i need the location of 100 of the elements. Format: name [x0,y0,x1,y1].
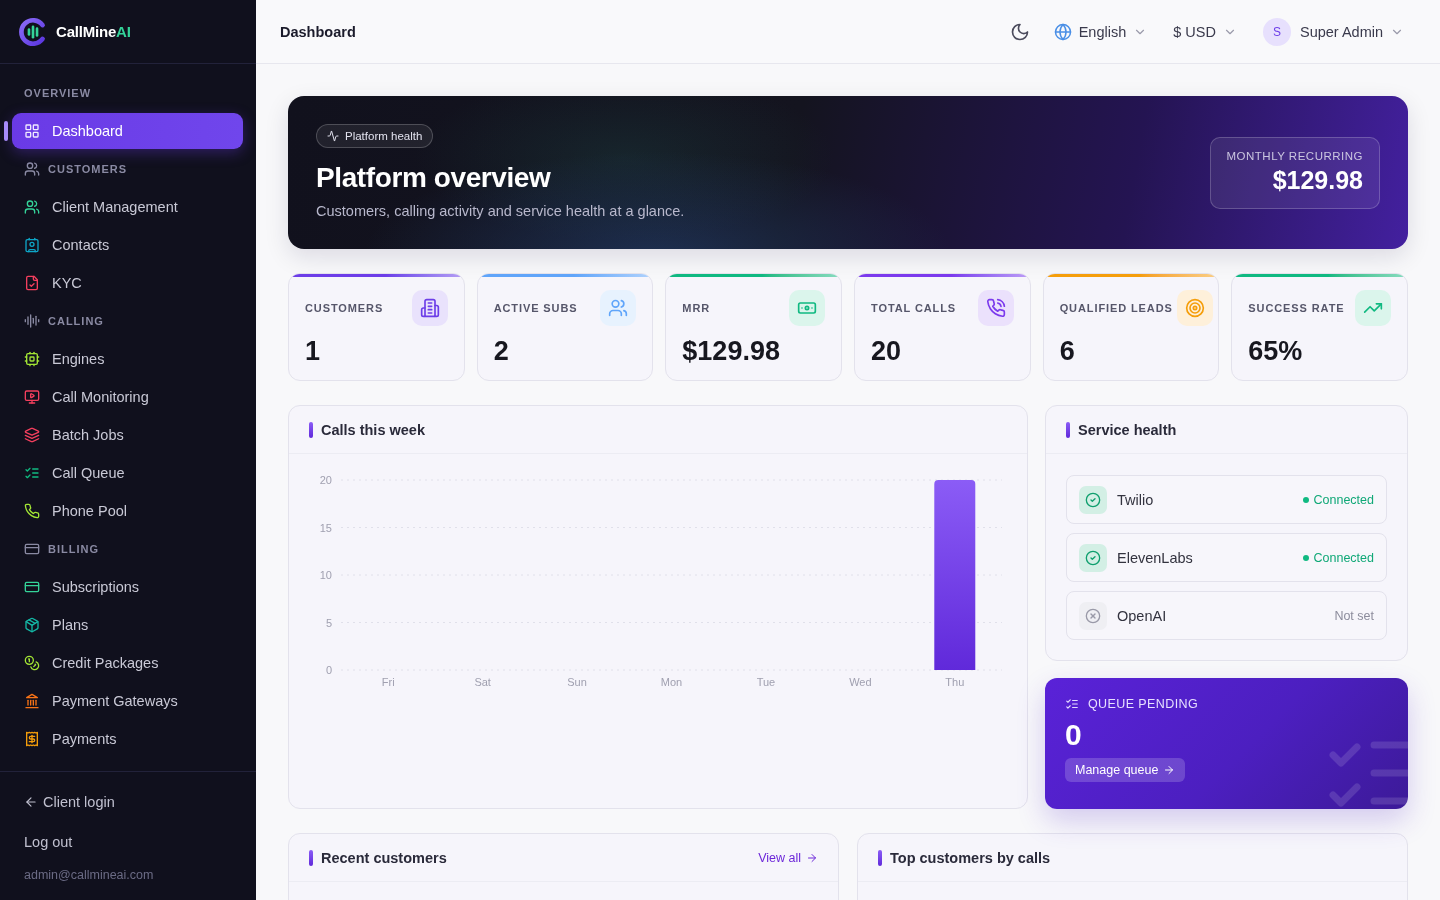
layers-icon [24,427,40,443]
monitor-play-icon [24,389,40,405]
arrow-right-icon [806,851,818,864]
axis-category-label: Sun [567,676,587,688]
active-indicator [4,121,8,141]
credit-card-icon [24,541,40,557]
stat-value: 6 [1059,335,1076,367]
stat-value: $129.98 [682,335,781,367]
nav-item[interactable]: Phone Pool [12,493,243,529]
accent-bar-icon [878,849,882,866]
coins-icon [24,655,40,671]
nav-item[interactable]: Client Management [12,189,243,225]
stat-label: CUSTOMERS [305,302,384,314]
nav-item[interactable]: Engines [12,341,243,377]
card-title: Top customers by calls [890,849,1051,866]
contact-card-icon [24,237,40,253]
stat-label: TOTAL CALLS [871,302,957,314]
manage-queue-button[interactable]: Manage queue [1065,758,1186,782]
stat-label: QUALIFIED LEADS [1059,302,1173,314]
nav-item[interactable]: KYC [12,265,243,301]
sound-wave-icon [24,313,40,329]
badge-label: Platform health [345,130,423,142]
language-select[interactable]: English [1051,18,1150,45]
credit-card-icon [24,579,40,595]
nav-item[interactable]: Dashboard [12,113,243,149]
moon-icon[interactable] [1009,21,1030,42]
stat-label: SUCCESS RATE [1248,302,1345,314]
logout-link[interactable]: Log out [24,826,73,858]
axis-category-label: Tue [756,676,776,688]
stat-value: 65% [1248,335,1304,367]
service-status: Connected [1313,492,1374,507]
grid-icon [24,123,40,139]
card-title: Service health [1078,421,1177,438]
nav-item[interactable]: Call Queue [12,455,243,491]
metric-value: $129.98 [1272,165,1363,195]
accent-bar-icon [1066,421,1070,438]
metric-label: MONTHLY RECURRING [1226,149,1363,162]
nav-item[interactable]: Contacts [12,227,243,263]
service-status: Connected [1313,550,1374,565]
banner-title: Platform overview [316,161,551,195]
nav-item[interactable]: Payment Gateways [12,683,243,719]
trending-up-icon [1355,290,1391,326]
banknote-icon [789,290,825,326]
pulse-icon [327,130,339,142]
axis-tick-label: 20 [319,474,332,486]
section-label: BILLING [48,543,99,555]
stat-label: MRR [682,302,711,314]
status-dot-icon [1302,496,1309,503]
receipt-icon [24,731,40,747]
users-icon [600,290,637,326]
service-status: Not set [1334,608,1374,623]
bank-icon [24,693,40,709]
queue-count: 0 [1065,717,1082,753]
accent-bar-icon [309,849,313,866]
nav-item[interactable]: Credit Packages [12,645,243,681]
service-name: OpenAI [1117,607,1168,624]
card-title: Recent customers [321,849,447,866]
building-icon [411,290,448,326]
status-dot-icon [1302,554,1309,561]
stat-value: 2 [493,335,510,367]
stat-label: ACTIVE SUBS [493,302,578,314]
client-login-link[interactable]: Client login [24,786,115,818]
axis-category-label: Fri [381,676,395,688]
section-label: CALLING [48,315,104,327]
nav-item[interactable]: Subscriptions [12,569,243,605]
nav-item[interactable]: Payments [12,721,243,757]
cpu-icon [24,351,40,367]
user-email: admin@callmineai.com [24,868,154,882]
accent-bar-icon [309,421,313,438]
axis-category-label: Thu [945,676,965,688]
stat-value: 1 [305,335,322,367]
axis-category-label: Wed [849,676,872,688]
banner-subtitle: Customers, calling activity and service health at a glance. [316,202,685,221]
nav-item[interactable]: Plans [12,607,243,643]
axis-tick-label: 15 [319,521,332,534]
axis-tick-label: 5 [325,616,332,629]
section-label: CUSTOMERS [48,163,128,175]
queue-label: QUEUE PENDING [1088,697,1199,711]
box-icon [24,617,40,633]
users-icon [24,199,40,215]
axis-category-label: Mon [660,676,683,688]
brand-name: CallMineAI [56,23,131,40]
arrow-right-icon [1163,764,1176,776]
axis-category-label: Sat [474,676,491,688]
axis-tick-label: 10 [319,569,332,581]
phone-call-icon [977,290,1014,326]
axis-tick-label: 0 [325,664,332,676]
view-all-link[interactable]: View all [758,850,818,865]
logo-icon [18,16,48,47]
globe-icon [1053,22,1072,41]
phone-icon [24,503,40,519]
nav-item[interactable]: Call Monitoring [12,379,243,415]
checklist-icon [24,465,40,481]
user-menu[interactable]: S Super Admin [1260,13,1406,50]
service-name: Twilio [1117,491,1155,508]
currency-select[interactable]: $ USD [1171,19,1239,44]
section-label: OVERVIEW [24,87,92,99]
nav-item[interactable]: Batch Jobs [12,417,243,453]
file-check-icon [24,275,40,291]
users-icon [24,161,40,177]
